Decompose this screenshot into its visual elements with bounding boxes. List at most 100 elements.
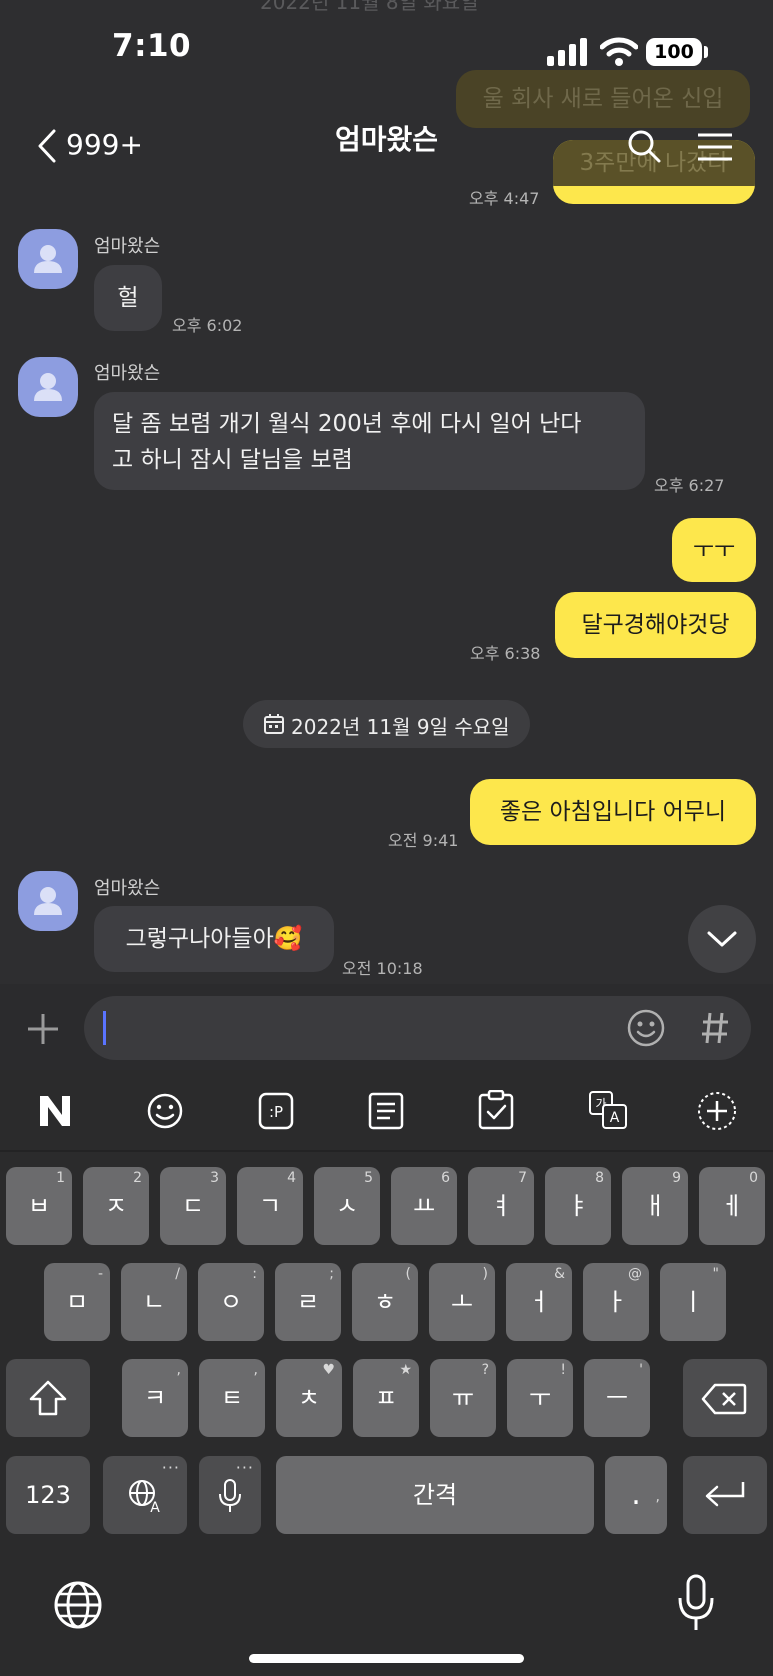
letter-key[interactable]: ★ ㅍ	[353, 1359, 419, 1437]
emoticon-text-icon[interactable]: :P	[258, 1092, 294, 1130]
calendar-icon	[264, 714, 284, 734]
letter-key[interactable]: 8ㅑ	[545, 1167, 611, 1245]
key-sub-label: @	[628, 1266, 642, 1282]
emoji-icon[interactable]	[146, 1092, 184, 1130]
plus-icon[interactable]	[26, 1012, 60, 1046]
key-sub-label: ,	[253, 1362, 258, 1378]
message-bubble-incoming[interactable]: 헐	[94, 265, 162, 331]
letter-key[interactable]: & ㅓ	[506, 1263, 572, 1341]
letter-key[interactable]: " ㅣ	[660, 1263, 726, 1341]
emoticon-icon[interactable]	[626, 1008, 666, 1048]
message-text-field[interactable]	[104, 1006, 578, 1052]
text-caret	[103, 1011, 106, 1045]
space-key[interactable]: 간격	[276, 1456, 594, 1534]
key-sub-label: 4	[287, 1170, 296, 1186]
microphone-icon	[219, 1479, 241, 1512]
svg-text::P: :P	[269, 1103, 283, 1121]
message-bubble-outgoing[interactable]: ㅜㅜ	[672, 518, 756, 582]
shift-key[interactable]	[6, 1359, 90, 1437]
message-timestamp: 오전 9:41	[388, 831, 459, 850]
message-text: 달구경해야것당	[581, 612, 730, 638]
naver-n-icon[interactable]	[37, 1093, 73, 1129]
key-sub-label: 5	[364, 1170, 373, 1186]
globe-icon[interactable]	[53, 1580, 103, 1630]
home-indicator[interactable]	[249, 1654, 524, 1663]
letter-key[interactable]: 1ㅂ	[6, 1167, 72, 1245]
key-sub-label: 7	[518, 1170, 527, 1186]
key-label: ㄴ	[142, 1288, 166, 1316]
memo-icon[interactable]	[368, 1092, 404, 1130]
key-sub-label: ★	[399, 1362, 412, 1378]
key-sub-label: 1	[56, 1170, 65, 1186]
message-text: ㅜㅜ	[692, 537, 736, 563]
scroll-to-bottom-button[interactable]	[688, 905, 756, 973]
letter-key[interactable]: :ㅇ	[198, 1263, 264, 1341]
letter-key[interactable]: -ㅁ	[44, 1263, 110, 1341]
return-key[interactable]	[683, 1456, 767, 1534]
key-sub-label: 6	[441, 1170, 450, 1186]
sender-name: 엄마왔슨	[94, 363, 161, 384]
delete-icon	[701, 1383, 747, 1415]
letter-key[interactable]: 5ㅅ	[314, 1167, 380, 1245]
search-icon[interactable]	[626, 128, 662, 164]
avatar[interactable]	[18, 357, 78, 417]
svg-text:A: A	[150, 1500, 160, 1514]
language-key[interactable]: ··· A	[103, 1456, 187, 1534]
backspace-key[interactable]	[683, 1359, 767, 1437]
letter-key[interactable]: ,ㅋ	[122, 1359, 188, 1437]
letter-key[interactable]: 3ㄷ	[160, 1167, 226, 1245]
letter-key[interactable]: ! ㅜ	[507, 1359, 573, 1437]
numbers-key[interactable]: 123	[6, 1456, 90, 1534]
letter-key[interactable]: 6ㅛ	[391, 1167, 457, 1245]
message-bubble-incoming[interactable]: 그렇구나아들아🥰	[94, 906, 334, 972]
message-bubble-incoming[interactable]: 달 좀 보렴 개기 월식 200년 후에 다시 일어 난다 고 하니 잠시 달님…	[94, 392, 645, 490]
avatar[interactable]	[18, 871, 78, 931]
key-label: ㅐ	[643, 1192, 667, 1220]
microphone-icon[interactable]	[676, 1574, 716, 1634]
letter-key[interactable]: (ㅎ	[352, 1263, 418, 1341]
status-time: 7:10	[112, 28, 192, 64]
letter-key[interactable]: 7ㅕ	[468, 1167, 534, 1245]
letter-key[interactable]: 2ㅈ	[83, 1167, 149, 1245]
key-sub-label: -	[97, 1266, 103, 1282]
letter-key[interactable]: 4ㄱ	[237, 1167, 303, 1245]
key-label: ㅈ	[104, 1192, 128, 1220]
key-sub-label: !	[560, 1362, 566, 1378]
key-sub-label: 2	[133, 1170, 142, 1186]
letter-key[interactable]: ) ㅗ	[429, 1263, 495, 1341]
avatar[interactable]	[18, 229, 78, 289]
letter-key[interactable]: 0ㅔ	[699, 1167, 765, 1245]
translate-icon[interactable]: 가 A	[588, 1090, 628, 1130]
message-timestamp: 오전 10:18	[342, 959, 423, 978]
letter-key[interactable]: @ ㅏ	[583, 1263, 649, 1341]
message-text-line-1: 달 좀 보렴 개기 월식 200년 후에 다시 일어 난다	[112, 411, 582, 437]
period-key-label: .	[631, 1477, 641, 1512]
period-key[interactable]: , .	[605, 1456, 667, 1534]
message-bubble-outgoing[interactable]: 좋은 아침입니다 어무니	[470, 779, 756, 845]
key-label: ㅁ	[65, 1288, 89, 1316]
clipboard-icon[interactable]	[478, 1090, 514, 1130]
hashtag-icon[interactable]	[700, 1010, 730, 1046]
letter-key[interactable]: ? ㅠ	[430, 1359, 496, 1437]
ghost-date-label: 2022년 11월 8일 화요일	[260, 0, 479, 14]
message-text: 그렇구나아들아🥰	[125, 926, 303, 952]
key-sub-label: "	[712, 1266, 719, 1282]
letter-key[interactable]: / ㄴ	[121, 1263, 187, 1341]
letter-key[interactable]: 9ㅐ	[622, 1167, 688, 1245]
letter-key[interactable]: ,ㅌ	[199, 1359, 265, 1437]
person-icon	[34, 887, 62, 915]
key-sub-label: ,	[176, 1362, 181, 1378]
key-sub-label: ?	[481, 1362, 489, 1378]
key-sub-label: '	[639, 1362, 643, 1378]
person-icon	[34, 245, 62, 273]
key-sub-label: ,	[655, 1489, 660, 1505]
letter-key[interactable]: ' ㅡ	[584, 1359, 650, 1437]
add-circle-icon[interactable]	[696, 1090, 738, 1132]
message-bubble-outgoing[interactable]: 달구경해야것당	[555, 592, 756, 658]
letter-key[interactable]: ; ㄹ	[275, 1263, 341, 1341]
key-sub-label: /	[175, 1266, 180, 1282]
menu-icon[interactable]	[696, 132, 734, 162]
letter-key[interactable]: ♥ ㅊ	[276, 1359, 342, 1437]
dictation-key[interactable]: ···	[199, 1456, 261, 1534]
key-sub-label: &	[554, 1266, 565, 1282]
